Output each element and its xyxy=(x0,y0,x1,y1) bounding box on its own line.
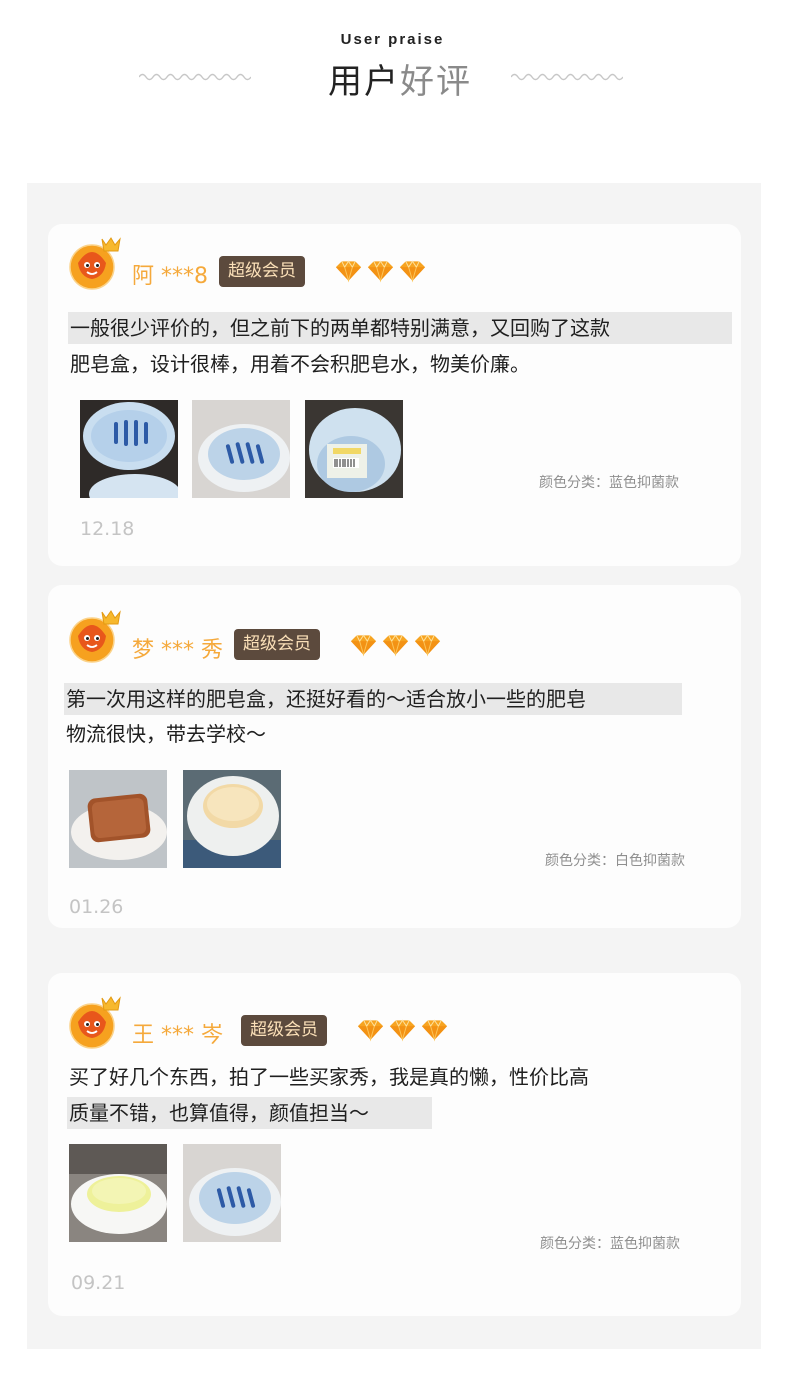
brown-soap-photo xyxy=(69,770,167,868)
avatar xyxy=(69,996,121,1049)
member-badge: 超级会员 xyxy=(234,629,320,660)
review-text-line: 肥皂盒，设计很棒，用着不会积肥皂水，物美价廉。 xyxy=(70,352,530,376)
review-date: 12.18 xyxy=(80,518,135,540)
member-badge: 超级会员 xyxy=(219,256,305,287)
rating-diamonds xyxy=(355,1018,450,1042)
reviewer-name: 梦 *** 秀 xyxy=(132,638,223,663)
variant-label: 颜色分类：白色抑菌款 xyxy=(545,853,685,869)
wave-divider-right xyxy=(511,73,623,81)
review-date: 09.21 xyxy=(71,1272,126,1294)
review-photo[interactable] xyxy=(183,1144,281,1242)
rating-diamonds xyxy=(348,633,443,657)
diamond-icon xyxy=(350,634,377,656)
blue-soap-dish-photo xyxy=(192,400,290,498)
review-text-line: 买了好几个东西，拍了一些买家秀，我是真的懒，性价比高 xyxy=(69,1065,589,1089)
review-photo[interactable] xyxy=(183,770,281,868)
variant-label: 颜色分类：蓝色抑菌款 xyxy=(539,475,679,491)
blue-soap-dish-photo xyxy=(183,1144,281,1242)
review-text-line: 物流很快，带去学校～ xyxy=(66,722,266,746)
review-photo[interactable] xyxy=(69,770,167,868)
review-text-line: 质量不错，也算值得，颜值担当～ xyxy=(67,1097,432,1129)
diamond-icon xyxy=(335,260,362,282)
diamond-icon xyxy=(421,1019,448,1041)
diamond-icon xyxy=(357,1019,384,1041)
yellow-soap-photo xyxy=(69,1144,167,1242)
avatar xyxy=(69,237,121,290)
variant-label: 颜色分类：蓝色抑菌款 xyxy=(540,1236,680,1252)
diamond-icon xyxy=(389,1019,416,1041)
blue-soap-dish-photo xyxy=(80,400,178,498)
review-photo[interactable] xyxy=(69,1144,167,1242)
diamond-icon xyxy=(382,634,409,656)
avatar xyxy=(69,610,121,663)
rating-diamonds xyxy=(333,259,428,283)
review-photo[interactable] xyxy=(80,400,178,498)
packaged-soap-dish-photo xyxy=(305,400,403,498)
reviewer-name: 阿 ***8 xyxy=(132,264,208,289)
review-date: 01.26 xyxy=(69,896,124,918)
diamond-icon xyxy=(399,260,426,282)
review-text-line: 第一次用这样的肥皂盒，还挺好看的～适合放小一些的肥皂 xyxy=(64,683,682,715)
review-photo[interactable] xyxy=(305,400,403,498)
reviewer-name: 王 *** 岑 xyxy=(132,1023,223,1048)
member-badge: 超级会员 xyxy=(241,1015,327,1046)
white-soap-photo xyxy=(183,770,281,868)
diamond-icon xyxy=(367,260,394,282)
section-subtitle: User praise xyxy=(340,31,445,48)
section-header: User praise 用户好评 xyxy=(0,0,790,130)
review-photo[interactable] xyxy=(192,400,290,498)
diamond-icon xyxy=(414,634,441,656)
review-text-line: 一般很少评价的，但之前下的两单都特别满意，又回购了这款 xyxy=(68,312,732,344)
section-title: 用户好评 xyxy=(328,62,472,102)
